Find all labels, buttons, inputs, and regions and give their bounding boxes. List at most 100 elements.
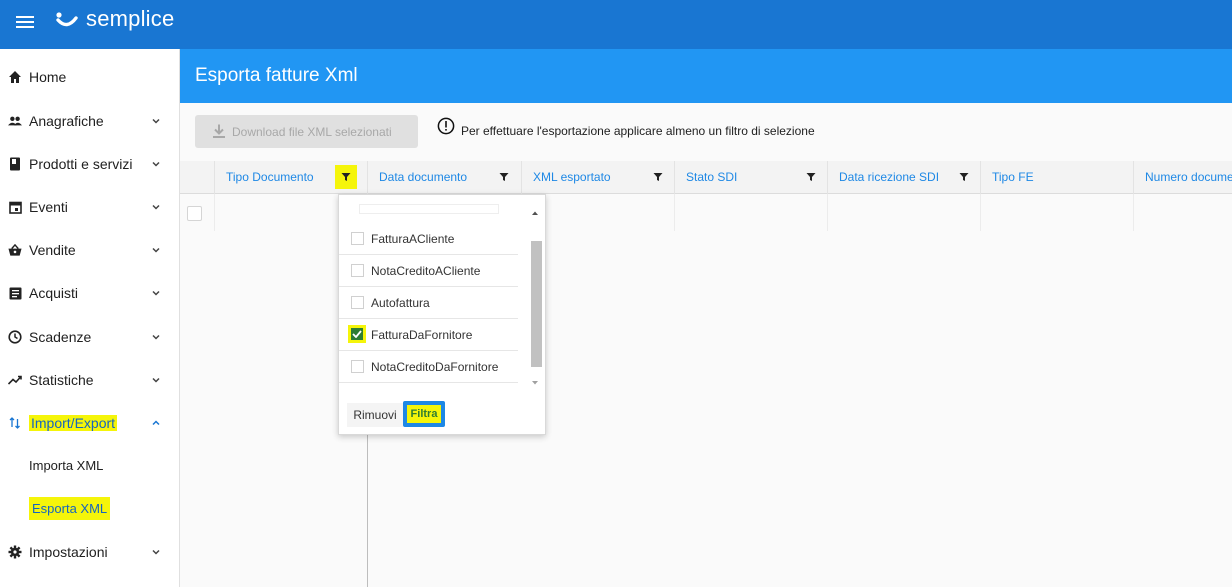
filter-options-list: FatturaACliente NotaCreditoACliente Auto… [339,223,518,383]
sidebar-item-label: Eventi [29,199,68,215]
chevron-down-icon [152,377,160,383]
home-icon [8,70,22,84]
sidebar-item-eventi[interactable]: Eventi [0,187,180,227]
apply-filter-label: Filtra [406,405,442,423]
funnel-icon [806,173,816,181]
sidebar-item-acquisti[interactable]: Acquisti [0,273,180,313]
list-icon [8,286,22,300]
filter-option[interactable]: NotaCreditoDaFornitore [339,351,518,383]
apply-filter-button[interactable]: Filtra [403,401,445,427]
chevron-down-icon [152,247,160,253]
sidebar-item-prodotti-e-servizi[interactable]: Prodotti e servizi [0,144,180,184]
filter-xml-esportato-button[interactable] [647,165,669,189]
chevron-down-icon [152,290,160,296]
column-xml-esportato[interactable]: XML esportato [521,161,674,194]
sidebar-item-anagrafiche[interactable]: Anagrafiche [0,101,180,141]
sidebar: Home Anagrafiche Prodotti e servizi Even… [0,49,180,587]
column-divider [214,194,215,231]
highlight: Esporta XML [29,497,111,520]
filter-search-input[interactable] [359,204,499,214]
check-icon [351,328,363,340]
column-label: Data documento [379,170,468,184]
sidebar-subitem-esporta-xml[interactable]: Esporta XML [0,491,180,527]
sidebar-item-label: Anagrafiche [29,113,104,129]
sidebar-item-label: Prodotti e servizi [29,156,133,172]
filter-option[interactable]: Autofattura [339,287,518,319]
filter-data-documento-button[interactable] [493,165,515,189]
column-data-ricezione-sdi[interactable]: Data ricezione SDI [827,161,980,194]
sidebar-item-statistiche[interactable]: Statistiche [0,360,180,400]
filter-tipo-documento-button[interactable] [335,165,357,189]
download-icon [213,124,225,138]
chevron-up-icon [152,420,160,426]
filter-stato-sdi-button[interactable] [800,165,822,189]
page-title: Esporta fatture Xml [195,65,358,86]
funnel-icon [499,173,509,181]
filter-option[interactable]: FatturaACliente [339,223,518,255]
column-label: Tipo Documento [226,170,314,184]
chevron-down-icon [152,118,160,124]
scroll-up-icon[interactable] [529,209,541,217]
sidebar-item-label: Scadenze [29,329,92,345]
column-stato-sdi[interactable]: Stato SDI [674,161,827,194]
column-label: XML esportato [533,170,611,184]
column-divider [1133,194,1134,231]
sidebar-item-home[interactable]: Home [0,57,180,97]
option-checkbox[interactable] [351,296,364,309]
page-header: Esporta fatture Xml [180,49,1232,103]
filter-popup: FatturaACliente NotaCreditoACliente Auto… [338,194,546,435]
column-tipo-documento[interactable]: Tipo Documento [214,161,367,194]
remove-filter-button[interactable]: Rimuovi [347,403,403,427]
people-icon [8,114,22,128]
chevron-down-icon [152,204,160,210]
menu-icon[interactable] [16,13,36,29]
option-label: NotaCreditoDaFornitore [371,360,499,374]
sidebar-item-impostazioni[interactable]: Impostazioni [0,532,180,572]
download-xml-button[interactable]: Download file XML selezionati [195,115,418,148]
scroll-down-icon[interactable] [529,379,541,387]
funnel-icon [959,173,969,181]
funnel-icon [653,173,663,181]
trending-icon [8,373,22,387]
option-label: Autofattura [371,296,430,310]
swap-vertical-icon [8,416,22,430]
highlight: Import/Export [29,415,118,431]
sidebar-item-label: Vendite [29,242,76,258]
column-numero-documento[interactable]: Numero docume [1133,161,1232,194]
scrollbar-thumb[interactable] [531,241,542,367]
book-icon [8,157,22,171]
sidebar-item-label: Import/Export [29,415,118,431]
option-checkbox[interactable] [351,232,364,245]
sidebar-item-import-export[interactable]: Import/Export [0,403,180,443]
gear-icon [8,545,22,559]
filter-option[interactable]: FatturaDaFornitore [339,319,518,351]
option-checkbox-checked[interactable] [348,325,366,343]
sidebar-item-label: Home [29,69,67,85]
row-select-checkbox[interactable] [187,206,202,221]
column-data-documento[interactable]: Data documento [367,161,521,194]
option-label: NotaCreditoACliente [371,264,481,278]
brand-name: semplice [86,6,175,31]
funnel-icon [341,173,351,181]
chevron-down-icon [152,334,160,340]
sidebar-subitem-label: Importa XML [29,458,104,473]
filter-hint-text: Per effettuare l'esportazione applicare … [461,124,815,138]
option-label: FatturaDaFornitore [371,328,473,342]
column-divider [827,194,828,231]
sidebar-subitem-importa-xml[interactable]: Importa XML [0,448,180,484]
option-checkbox[interactable] [351,360,364,373]
sidebar-item-label: Impostazioni [29,544,108,560]
sidebar-item-vendite[interactable]: Vendite [0,230,180,270]
grid-header: Tipo Documento Data documento XML esport… [180,161,1232,194]
option-checkbox[interactable] [351,264,364,277]
filter-option[interactable]: NotaCreditoACliente [339,255,518,287]
brand-logo[interactable]: semplice [54,6,174,32]
sidebar-item-scadenze[interactable]: Scadenze [0,317,180,357]
option-label: FatturaACliente [371,232,455,246]
sidebar-item-label: Statistiche [29,372,94,388]
column-label: Numero docume [1145,170,1232,184]
chevron-down-icon [152,161,160,167]
filter-data-ricezione-sdi-button[interactable] [953,165,975,189]
download-xml-label: Download file XML selezionati [232,124,392,139]
column-tipo-fe[interactable]: Tipo FE [980,161,1133,194]
